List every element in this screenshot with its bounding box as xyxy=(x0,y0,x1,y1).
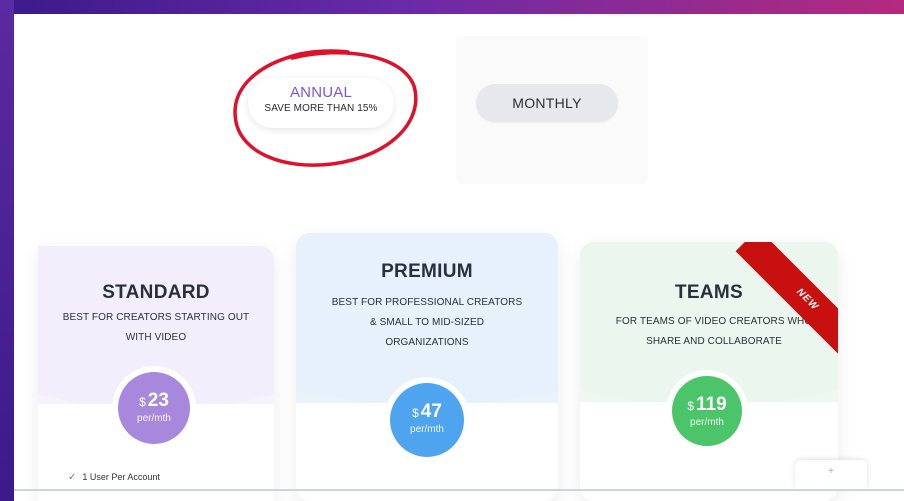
price-circle: $119 per/mth xyxy=(672,376,742,446)
check-icon: ✓ xyxy=(68,472,77,483)
price-period: per/mth xyxy=(690,417,724,428)
plan-description-line: BEST FOR PROFESSIONAL CREATORS xyxy=(331,297,523,308)
window-frame-left xyxy=(0,0,14,501)
plan-card-premium: PREMIUM BEST FOR PROFESSIONAL CREATORS &… xyxy=(296,233,558,501)
plan-description-line: BEST FOR CREATORS STARTING OUT xyxy=(62,312,250,323)
price-period: per/mth xyxy=(410,424,444,435)
pricing-panel: ANNUAL SAVE MORE THAN 15% MONTHLY STANDA… xyxy=(14,14,904,501)
price-value: 23 xyxy=(147,390,169,411)
new-ribbon: NEW xyxy=(712,242,838,368)
plan-name: PREMIUM xyxy=(381,261,473,282)
currency-symbol: $ xyxy=(412,406,419,420)
plan-description-line: & SMALL TO MID-SIZED xyxy=(369,317,485,328)
price-amount: $23 xyxy=(118,390,190,412)
chat-widget-button[interactable]: + xyxy=(795,460,867,490)
monthly-toggle-button[interactable]: MONTHLY xyxy=(476,84,618,122)
currency-symbol: $ xyxy=(139,395,146,409)
feature-text: 1 User Per Account xyxy=(82,472,160,482)
price-period: per/mth xyxy=(137,413,171,424)
currency-symbol: $ xyxy=(687,399,695,413)
plan-description-line: WITH VIDEO xyxy=(125,332,187,343)
plan-card-standard: STANDARD BEST FOR CREATORS STARTING OUT … xyxy=(38,246,274,501)
price-value: 119 xyxy=(696,394,727,415)
annual-savings-note: SAVE MORE THAN 15% xyxy=(264,103,378,114)
annual-label: ANNUAL xyxy=(289,84,353,101)
plan-description: BEST FOR CREATORS STARTING OUT WITH VIDE… xyxy=(38,308,274,348)
panel-bottom-border xyxy=(14,489,904,491)
price-amount: $119 xyxy=(672,394,742,416)
plan-description-line: ORGANIZATIONS xyxy=(385,337,469,348)
feature-item: ✓ 1 User Per Account xyxy=(68,472,160,483)
price-circle: $47 per/mth xyxy=(390,383,464,457)
plus-icon: + xyxy=(828,466,834,477)
price-circle: $23 per/mth xyxy=(118,372,190,444)
plan-description: BEST FOR PROFESSIONAL CREATORS & SMALL T… xyxy=(296,293,558,353)
monthly-label: MONTHLY xyxy=(512,95,582,111)
new-badge: NEW xyxy=(735,242,838,368)
plan-name: STANDARD xyxy=(102,282,210,303)
price-value: 47 xyxy=(420,401,442,422)
price-amount: $47 xyxy=(390,401,464,423)
annual-toggle-button[interactable]: ANNUAL SAVE MORE THAN 15% xyxy=(248,78,394,128)
